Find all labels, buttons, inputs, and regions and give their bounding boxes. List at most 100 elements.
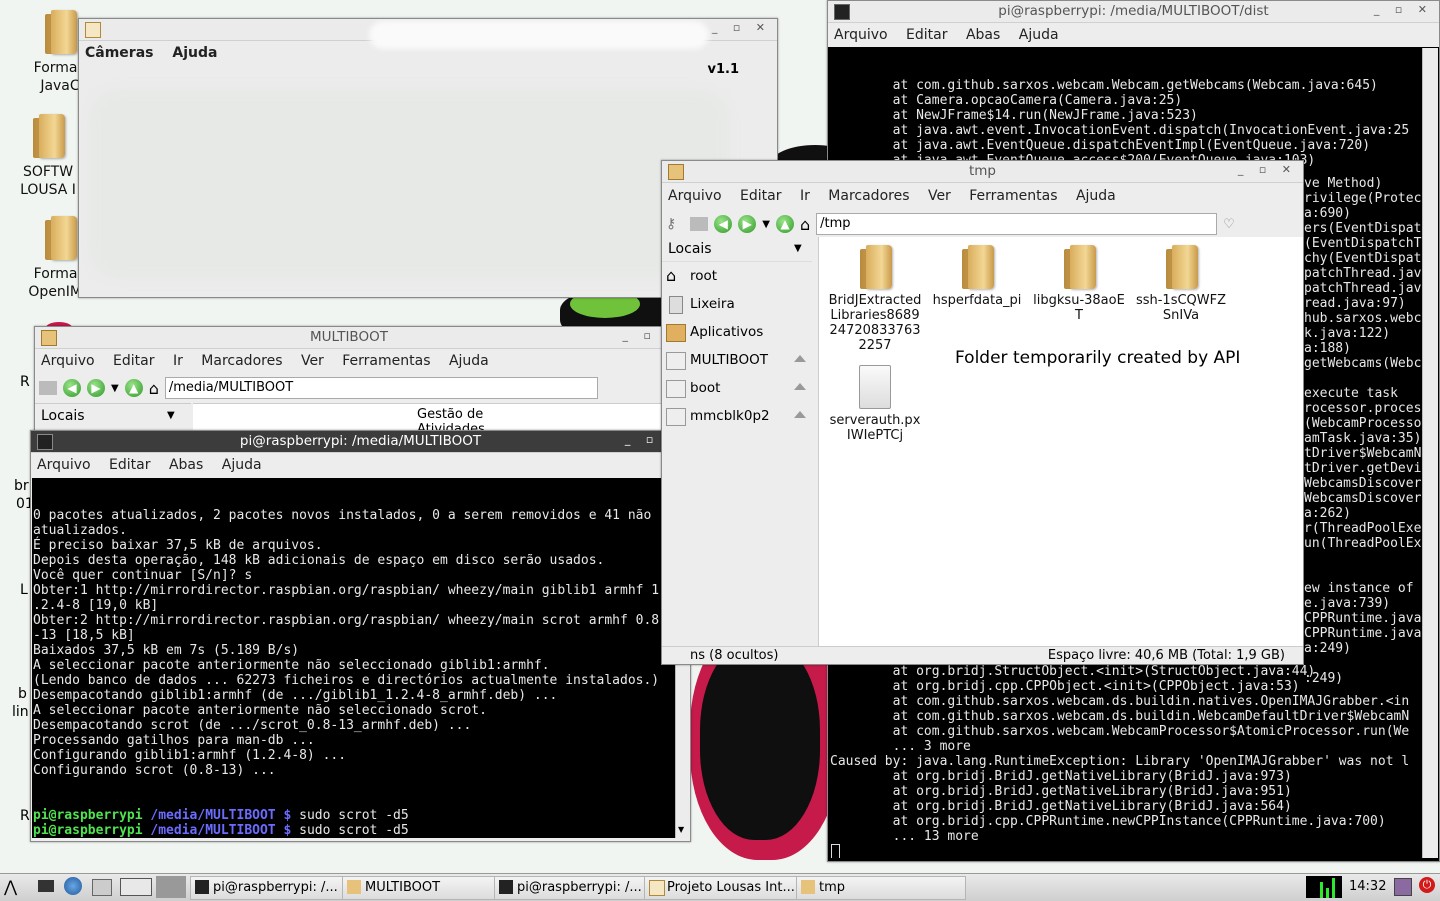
window-controls[interactable]: _ ▫ ✕ bbox=[1374, 3, 1433, 16]
menu-ir[interactable]: Ir bbox=[800, 188, 810, 204]
task-terminal-1[interactable]: pi@raspberrypi: /... bbox=[190, 876, 362, 900]
sidebar-item-mmcblk0p2[interactable]: mmcblk0p2 bbox=[662, 402, 812, 430]
eject-icon[interactable] bbox=[794, 383, 806, 390]
sidebar-item-label: MULTIBOOT bbox=[690, 352, 768, 368]
eject-icon[interactable] bbox=[794, 355, 806, 362]
path-input[interactable]: /tmp bbox=[816, 213, 1218, 235]
menu-cameras[interactable]: Câmeras bbox=[85, 45, 154, 61]
history-dropdown-icon[interactable]: ▼ bbox=[111, 383, 119, 394]
menu-editar[interactable]: Editar bbox=[109, 457, 150, 473]
terminal-scrollbar[interactable] bbox=[1422, 48, 1438, 858]
menu-editar[interactable]: Editar bbox=[906, 27, 947, 43]
sidebar-item-root[interactable]: ⌂ root bbox=[662, 262, 812, 290]
key-icon[interactable]: ⚷ bbox=[666, 216, 676, 232]
menu-editar[interactable]: Editar bbox=[113, 353, 154, 369]
history-dropdown-icon[interactable]: ▼ bbox=[762, 219, 770, 230]
window-controls[interactable]: _ ▫ ✕ bbox=[1238, 163, 1297, 176]
terminal-line: atualizados. bbox=[33, 523, 127, 538]
task-projeto-lousas[interactable]: Projeto Lousas Int... bbox=[644, 876, 816, 900]
sidebar-item-boot[interactable]: boot bbox=[662, 374, 812, 402]
path-input[interactable]: /media/MULTIBOOT bbox=[164, 377, 598, 399]
menu-abas[interactable]: Abas bbox=[966, 27, 1000, 43]
new-tab-icon[interactable] bbox=[39, 381, 57, 395]
sidebar-item-aplicativos[interactable]: Aplicativos bbox=[662, 318, 812, 346]
menu-logo-icon[interactable]: ⋀ bbox=[4, 877, 17, 896]
annotation-text: Folder temporarily created by API bbox=[955, 348, 1241, 368]
task-tmp[interactable]: tmp bbox=[796, 876, 966, 900]
up-arrow-icon[interactable]: ▲ bbox=[775, 215, 794, 233]
desktop-icon-software-lousa[interactable]: SOFTW LOUSA I bbox=[8, 114, 88, 199]
menu-marcadores[interactable]: Marcadores bbox=[828, 188, 909, 204]
menu-ver[interactable]: Ver bbox=[928, 188, 951, 204]
terminal-output[interactable]: 0 pacotes atualizados, 2 pacotes novos i… bbox=[32, 478, 675, 838]
folder-icon bbox=[801, 880, 815, 894]
back-arrow-icon[interactable]: ◀ bbox=[63, 379, 81, 397]
menu-ajuda[interactable]: Ajuda bbox=[222, 457, 262, 473]
terminal-line: at org.bridj.BridJ.getNativeLibrary(Brid… bbox=[830, 799, 1292, 814]
power-icon[interactable]: ⏻ bbox=[1419, 877, 1435, 893]
file-item-hsperfdata[interactable]: hsperfdata_pi bbox=[925, 245, 1029, 308]
sidebar-item-label: boot bbox=[690, 380, 721, 396]
task-multiboot[interactable]: MULTIBOOT bbox=[342, 876, 514, 900]
window-titlebar[interactable]: pi@raspberrypi: /media/MULTIBOOT _ ▫ ✕ bbox=[31, 431, 690, 453]
workspace-pager[interactable] bbox=[156, 876, 186, 898]
terminal-launcher-icon[interactable] bbox=[38, 880, 54, 892]
menu-arquivo[interactable]: Arquivo bbox=[668, 188, 722, 204]
eject-icon[interactable] bbox=[794, 411, 806, 418]
desktop-fragment: lin bbox=[12, 704, 29, 720]
menu-ferramentas[interactable]: Ferramentas bbox=[342, 353, 430, 369]
file-item-ssh[interactable]: ssh-1sCQWFZ SnIVa bbox=[1129, 245, 1233, 323]
menu-editar[interactable]: Editar bbox=[740, 188, 781, 204]
sidebar-header[interactable]: Locais ▼ bbox=[662, 237, 812, 262]
status-hidden-count: ns (8 ocultos) bbox=[690, 648, 779, 663]
window-titlebar[interactable]: tmp _ ▫ ✕ bbox=[662, 161, 1303, 183]
screen-lock-icon[interactable] bbox=[1394, 878, 1412, 896]
menu-ir[interactable]: Ir bbox=[173, 353, 183, 369]
home-icon[interactable]: ⌂ bbox=[149, 379, 159, 398]
scroll-down-icon[interactable]: ▼ bbox=[678, 825, 684, 834]
browser-launcher-icon[interactable] bbox=[64, 877, 82, 895]
menu-bar: Arquivo Editar Abas Ajuda bbox=[31, 453, 690, 477]
new-tab-icon[interactable] bbox=[690, 217, 709, 231]
sidebar-item-multiboot[interactable]: MULTIBOOT bbox=[662, 346, 812, 374]
file-item-serverauth[interactable]: serverauth.px IWIePTCj bbox=[823, 365, 927, 443]
sidebar-item-lixeira[interactable]: Lixeira bbox=[662, 290, 812, 318]
forward-arrow-icon[interactable]: ▶ bbox=[87, 379, 105, 397]
menu-arquivo[interactable]: Arquivo bbox=[834, 27, 888, 43]
window-controls[interactable]: _ ▫ bbox=[623, 329, 657, 342]
menu-arquivo[interactable]: Arquivo bbox=[41, 353, 95, 369]
terminal-line: A seleccionar pacote anteriormente não s… bbox=[33, 658, 550, 673]
menu-abas[interactable]: Abas bbox=[169, 457, 203, 473]
menu-ajuda[interactable]: Ajuda bbox=[172, 45, 217, 61]
bookmark-icon[interactable]: ♡ bbox=[1223, 217, 1235, 232]
task-terminal-2[interactable]: pi@raspberrypi: /... bbox=[494, 876, 664, 900]
window-titlebar[interactable]: pi@raspberrypi: /media/MULTIBOOT/dist _ … bbox=[828, 1, 1439, 23]
terminal-line: Você quer continuar [S/n]? s bbox=[33, 568, 253, 583]
menu-ajuda[interactable]: Ajuda bbox=[1019, 27, 1059, 43]
cpu-bar bbox=[1326, 888, 1329, 898]
menu-ajuda[interactable]: Ajuda bbox=[449, 353, 489, 369]
desktop-icon-label: SOFTW bbox=[22, 164, 74, 180]
sidebar-header[interactable]: Locais ▼ bbox=[35, 403, 191, 428]
forward-arrow-icon[interactable]: ▶ bbox=[738, 215, 757, 233]
file-item-label: hsperfdata_pi bbox=[932, 293, 1022, 308]
up-arrow-icon[interactable]: ▲ bbox=[124, 379, 143, 397]
file-item-label-line: SnIVa bbox=[1162, 308, 1200, 323]
terminal-line: ew instance of bbox=[1304, 581, 1414, 596]
menu-ferramentas[interactable]: Ferramentas bbox=[969, 188, 1057, 204]
clock[interactable]: 14:32 bbox=[1349, 879, 1386, 894]
file-item-bridj[interactable]: BridJExtracted Libraries8689 24720833763 22… bbox=[823, 245, 927, 353]
back-arrow-icon[interactable]: ◀ bbox=[714, 215, 733, 233]
home-icon[interactable]: ⌂ bbox=[800, 215, 810, 234]
terminal-line: .2.4-8 [19,0 kB] bbox=[33, 598, 159, 613]
menu-marcadores[interactable]: Marcadores bbox=[201, 353, 282, 369]
file-item-libgksu[interactable]: libgksu-38aoE T bbox=[1027, 245, 1131, 323]
menu-arquivo[interactable]: Arquivo bbox=[37, 457, 91, 473]
task-label: MULTIBOOT bbox=[365, 880, 441, 895]
window-titlebar[interactable]: MULTIBOOT _ ▫ bbox=[35, 327, 663, 349]
menu-ajuda[interactable]: Ajuda bbox=[1076, 188, 1116, 204]
file-manager-launcher-icon[interactable] bbox=[92, 879, 112, 896]
menu-ver[interactable]: Ver bbox=[301, 353, 324, 369]
desktop-switcher-icon[interactable] bbox=[120, 878, 152, 896]
window-controls[interactable]: _ ▫ ✕ bbox=[712, 21, 771, 34]
